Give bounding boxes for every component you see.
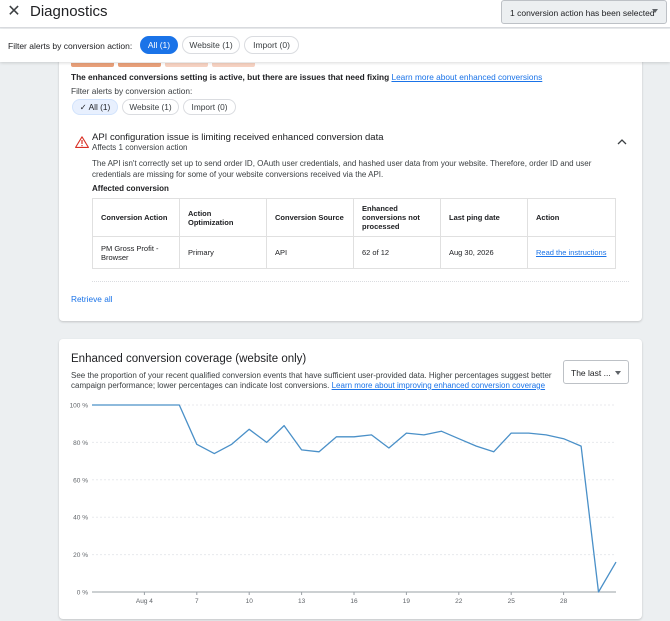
filter-chip-website[interactable]: Website (1) xyxy=(182,36,240,54)
warning-text: The enhanced conversions setting is acti… xyxy=(71,72,390,82)
alerts-chip-all-label: All (1) xyxy=(88,102,111,112)
x-tick-label: 22 xyxy=(455,598,463,605)
caret-down-icon xyxy=(652,9,658,13)
issue-title: API configuration issue is limiting rece… xyxy=(92,132,384,143)
col-conversion-action: Conversion Action xyxy=(92,198,180,237)
learn-more-enhanced-conversions-link[interactable]: Learn more about enhanced conversions xyxy=(391,72,542,82)
issue-subtitle: Affects 1 conversion action xyxy=(92,143,188,152)
coverage-line-chart: 0 % 20 % 40 % 60 % 80 % 100 % Aug 4 7 10 13 16 19 22… xyxy=(70,403,617,605)
x-tick-label: 19 xyxy=(403,598,411,605)
y-tick-label: 60 % xyxy=(73,477,88,484)
affected-conversions-table: Conversion Action Action Optimization Co… xyxy=(92,198,616,269)
col-action: Action xyxy=(527,198,616,237)
y-tick-label: 0 % xyxy=(77,590,88,597)
x-tick-label: 25 xyxy=(508,598,516,605)
table-row: PM Gross Profit - Browser Primary API 62… xyxy=(92,236,616,269)
alerts-chip-all[interactable]: ✓ All (1) xyxy=(72,99,118,115)
issue-description: The API isn't correctly set up to send o… xyxy=(92,159,592,179)
conversion-action-selector[interactable]: 1 conversion action has been selected xyxy=(501,0,667,24)
close-icon[interactable]: ✕ xyxy=(6,4,22,20)
alerts-chip-website[interactable]: Website (1) xyxy=(122,99,179,115)
alerts-chip-import[interactable]: Import (0) xyxy=(183,99,236,115)
coverage-card: Enhanced conversion coverage (website on… xyxy=(59,339,642,619)
cell-action: Read the instructions xyxy=(527,236,616,269)
cell-last-ping-date: Aug 30, 2026 xyxy=(440,236,528,269)
enhanced-conversions-warning: The enhanced conversions setting is acti… xyxy=(71,72,542,82)
page-title: Diagnostics xyxy=(30,3,108,20)
col-action-optimization: Action Optimization xyxy=(179,198,267,237)
cell-not-processed: 62 of 12 xyxy=(353,236,441,269)
alert-tab-3[interactable] xyxy=(165,63,208,67)
alerts-card: The enhanced conversions setting is acti… xyxy=(59,50,642,321)
alert-tab-4[interactable] xyxy=(212,63,255,67)
read-instructions-link[interactable]: Read the instructions xyxy=(536,248,606,257)
filter-bar: Filter alerts by conversion action: All … xyxy=(0,29,670,62)
alert-tab-2[interactable] xyxy=(118,63,161,67)
divider xyxy=(92,281,629,282)
cell-action-optimization: Primary xyxy=(179,236,267,269)
cell-conversion-source: API xyxy=(266,236,354,269)
chevron-up-icon[interactable] xyxy=(616,136,628,148)
cell-conversion-action: PM Gross Profit - Browser xyxy=(92,236,180,269)
y-tick-label: 20 % xyxy=(73,552,88,559)
filter-label: Filter alerts by conversion action: xyxy=(8,41,133,51)
warning-triangle-icon xyxy=(75,136,89,148)
x-tick-label: Aug 4 xyxy=(136,598,153,605)
alert-tab-1[interactable] xyxy=(71,63,114,67)
conversion-action-selector-label: 1 conversion action has been selected xyxy=(510,8,655,18)
x-tick-label: 13 xyxy=(298,598,306,605)
y-tick-label: 80 % xyxy=(73,440,88,447)
col-enhanced-not-processed: Enhanced conversions not processed xyxy=(353,198,441,237)
coverage-series-line xyxy=(92,404,617,593)
affected-conversion-label: Affected conversion xyxy=(92,184,169,193)
top-bar: ✕ Diagnostics 1 conversion action has be… xyxy=(0,0,670,28)
alert-tabs xyxy=(71,63,255,67)
filter-chip-import[interactable]: Import (0) xyxy=(244,36,299,54)
filter-chip-all[interactable]: All (1) xyxy=(140,36,178,54)
col-last-ping-date: Last ping date xyxy=(440,198,528,237)
check-icon: ✓ xyxy=(79,102,87,112)
x-tick-label: 16 xyxy=(350,598,358,605)
x-tick-label: 10 xyxy=(246,598,254,605)
x-tick-label: 7 xyxy=(195,598,199,605)
y-tick-label: 100 % xyxy=(70,403,89,410)
col-conversion-source: Conversion Source xyxy=(266,198,354,237)
alerts-filter-label: Filter alerts by conversion action: xyxy=(71,86,193,96)
x-tick-label: 28 xyxy=(560,598,568,605)
table-header-row: Conversion Action Action Optimization Co… xyxy=(92,198,616,237)
y-tick-label: 40 % xyxy=(73,515,88,522)
retrieve-all-button[interactable]: Retrieve all xyxy=(71,294,113,304)
